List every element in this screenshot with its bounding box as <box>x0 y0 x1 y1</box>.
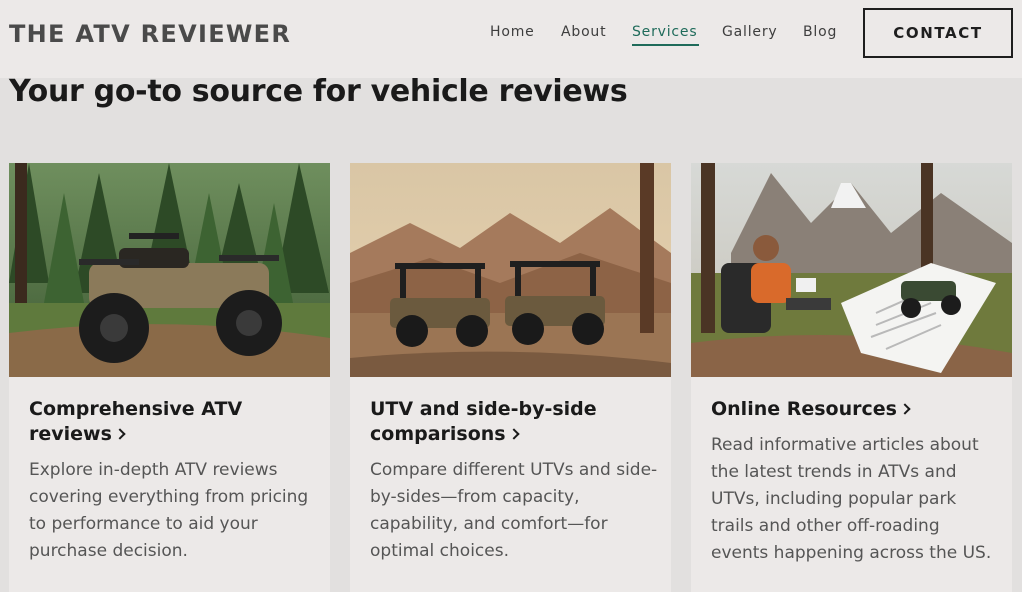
chevron-right-icon <box>114 428 126 440</box>
chevron-right-icon <box>899 403 911 415</box>
card-description: Compare different UTVs and side-by-sides… <box>370 460 658 561</box>
card-description: Explore in-depth ATV reviews covering ev… <box>29 460 309 561</box>
active-nav-underline <box>632 44 699 46</box>
contact-button[interactable]: CONTACT <box>863 8 1013 58</box>
service-card-atv-reviews: Comprehensive ATV reviews Explore in-dep… <box>9 163 330 592</box>
nav-link-about[interactable]: About <box>561 24 606 40</box>
site-header: THE ATV REVIEWER Home About Services Gal… <box>0 0 1022 78</box>
chevron-right-icon <box>507 428 520 440</box>
nav-link-blog[interactable]: Blog <box>803 24 837 40</box>
service-card-utv-comparisons: UTV and side-by-side comparisons Compare… <box>350 163 671 592</box>
card-description: Read informative articles about the late… <box>711 435 992 563</box>
service-card-online-resources: Online Resources Read informative articl… <box>691 163 1012 592</box>
card-title-link[interactable]: UTV and side-by-side comparisons <box>370 397 660 447</box>
atv-in-forest-image <box>9 163 330 377</box>
card-title-text: Comprehensive ATV reviews <box>29 398 243 445</box>
card-title-link[interactable]: Comprehensive ATV reviews <box>29 397 319 447</box>
card-title-text: UTV and side-by-side comparisons <box>370 398 597 445</box>
nav-link-services[interactable]: Services <box>632 24 697 40</box>
card-title-link[interactable]: Online Resources <box>711 397 1001 422</box>
nav-link-home[interactable]: Home <box>490 24 535 40</box>
page-heading: Your go-to source for vehicle reviews <box>9 74 628 109</box>
nav-link-gallery[interactable]: Gallery <box>722 24 777 40</box>
card-title-text: Online Resources <box>711 398 897 420</box>
two-utvs-in-desert-image <box>350 163 671 377</box>
man-reading-atv-article-image <box>691 163 1012 377</box>
